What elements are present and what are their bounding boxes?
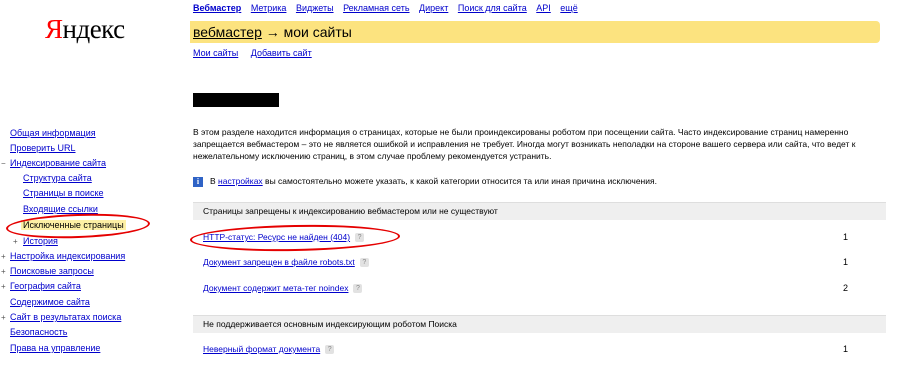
table-row[interactable]: Документ содержит мета-тег noindex?: [203, 283, 363, 294]
settings-link[interactable]: настройках: [218, 176, 263, 186]
intro-text: В этом разделе находится информация о ст…: [193, 127, 856, 161]
row-count: 2: [843, 283, 849, 293]
topnav-more[interactable]: ещё: [560, 3, 577, 13]
section-heading-forbidden: Страницы запрещены к индексированию вебм…: [193, 202, 886, 220]
sidebar-item-structure[interactable]: Структура сайта: [23, 173, 92, 183]
sidebar-item-indexing-settings[interactable]: Настройка индексирования: [10, 251, 125, 261]
my-sites-link[interactable]: Мои сайты: [193, 48, 238, 58]
add-site-link[interactable]: Добавить сайт: [251, 48, 312, 58]
help-icon[interactable]: ?: [353, 284, 363, 294]
sidebar-item-rights[interactable]: Права на управление: [10, 343, 100, 353]
page-title: вебмастер → мои сайты: [193, 24, 352, 40]
row-link-format[interactable]: Неверный формат документа: [203, 344, 320, 354]
topnav-direct[interactable]: Директ: [419, 3, 448, 13]
row-link-404[interactable]: HTTP-статус: Ресурс не найден (404): [203, 232, 350, 242]
expand-icon[interactable]: +: [13, 237, 18, 246]
topnav-ad-network[interactable]: Рекламная сеть: [343, 3, 409, 13]
topnav-webmaster[interactable]: Вебмастер: [193, 3, 241, 13]
topnav-widgets[interactable]: Виджеты: [296, 3, 334, 13]
expand-icon[interactable]: +: [1, 252, 6, 261]
row-count: 1: [843, 232, 849, 242]
topnav-api[interactable]: API: [536, 3, 551, 13]
sidebar-item-pages-in-search[interactable]: Страницы в поиске: [23, 188, 104, 198]
sidebar-item-check-url[interactable]: Проверить URL: [10, 143, 76, 153]
topnav-site-search[interactable]: Поиск для сайта: [458, 3, 527, 13]
info-icon: i: [193, 176, 203, 187]
sidebar-item-overview[interactable]: Общая информация: [10, 128, 96, 138]
sidebar-item-search-queries[interactable]: Поисковые запросы: [10, 266, 94, 276]
sidebar-item-history[interactable]: История: [23, 236, 58, 246]
redacted-site-name: [193, 93, 279, 107]
sidebar-item-inbound-links[interactable]: Входящие ссылки: [23, 204, 98, 214]
expand-icon[interactable]: +: [1, 282, 6, 291]
table-row[interactable]: Документ запрещен в файле robots.txt?: [203, 257, 369, 268]
sidebar-item-geography[interactable]: География сайта: [10, 281, 81, 291]
row-count: 1: [843, 344, 849, 354]
sidebar-item-security[interactable]: Безопасность: [10, 327, 67, 337]
sidebar-item-search-results[interactable]: Сайт в результатах поиска: [10, 312, 121, 322]
table-row[interactable]: Неверный формат документа?: [203, 344, 335, 355]
section-heading-unsupported: Не поддерживается основным индексирующим…: [193, 315, 886, 333]
expand-icon[interactable]: +: [1, 267, 6, 276]
sidebar-item-excluded-pages[interactable]: Исключенные страницы: [21, 220, 126, 230]
yandex-logo[interactable]: Яндекс: [45, 14, 125, 44]
topnav-metrika[interactable]: Метрика: [251, 3, 287, 13]
breadcrumb-webmaster-link[interactable]: вебмастер: [193, 24, 262, 40]
page-header-bar: вебмастер → мои сайты: [190, 21, 880, 43]
sub-navigation: Мои сайты Добавить сайт: [193, 48, 322, 58]
row-count: 1: [843, 257, 849, 267]
help-icon[interactable]: ?: [359, 258, 369, 268]
sidebar-item-content[interactable]: Содержимое сайта: [10, 297, 90, 307]
settings-info: iВ настройках вы самостоятельно можете у…: [193, 176, 657, 187]
sidebar-item-indexing[interactable]: Индексирование сайта: [10, 158, 106, 168]
top-navigation: Вебмастер Метрика Виджеты Рекламная сеть…: [193, 3, 585, 13]
page-title-text: мои сайты: [283, 24, 352, 40]
row-link-robots[interactable]: Документ запрещен в файле robots.txt: [203, 257, 355, 267]
collapse-icon[interactable]: −: [1, 159, 6, 168]
expand-icon[interactable]: +: [1, 313, 6, 322]
help-icon[interactable]: ?: [325, 345, 335, 355]
row-link-noindex[interactable]: Документ содержит мета-тег noindex: [203, 283, 348, 293]
help-icon[interactable]: ?: [355, 233, 365, 243]
table-row[interactable]: HTTP-статус: Ресурс не найден (404)?: [203, 232, 365, 243]
breadcrumb-arrow: →: [261, 24, 284, 40]
